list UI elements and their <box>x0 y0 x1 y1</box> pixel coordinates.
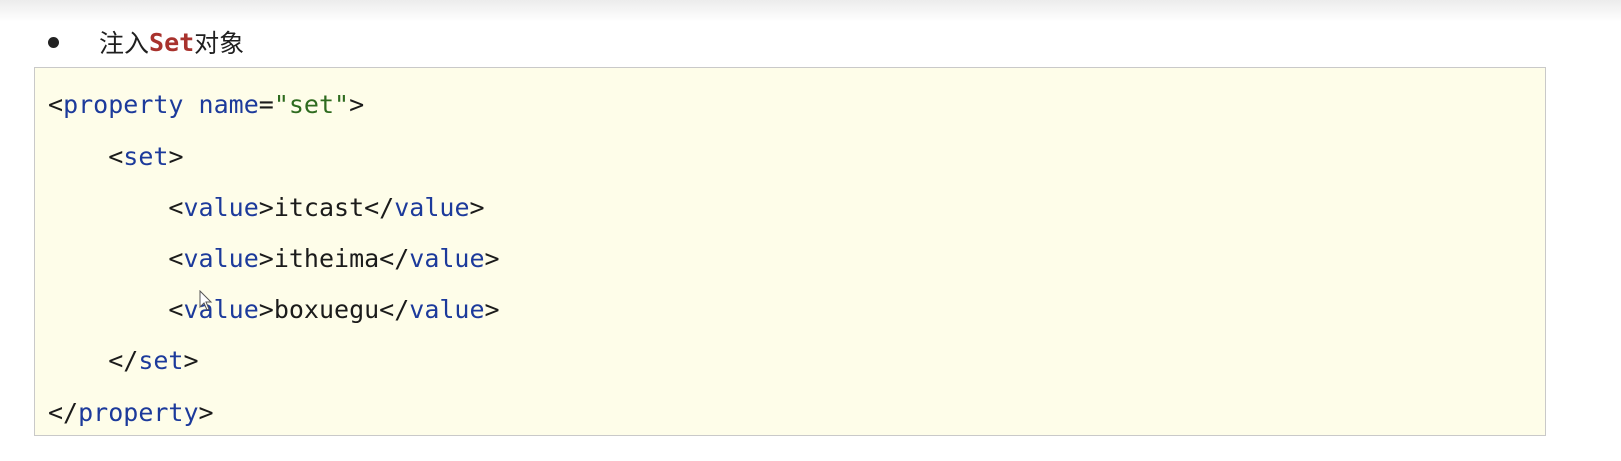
section-heading: 注入 Set 对象 <box>48 22 244 62</box>
code-line-set-open: <set> <box>108 142 184 171</box>
bullet-icon <box>48 36 59 48</box>
code-line-property-open: <property name="set"> <box>48 90 365 119</box>
tag-name: value <box>409 295 485 324</box>
tag-name: property <box>78 398 199 427</box>
code-line-property-close: </property> <box>48 398 214 427</box>
tag-name: value <box>409 244 485 273</box>
tag-name: value <box>183 193 259 222</box>
value-text: boxuegu <box>273 295 380 324</box>
tag-name: value <box>183 295 259 324</box>
code-block: <property name="set"> <set> <value>itcas… <box>34 67 1546 436</box>
attribute-name: name <box>198 90 259 119</box>
tag-name: set <box>138 346 184 375</box>
top-shade <box>0 0 1621 22</box>
tag-name: property <box>63 90 184 119</box>
mouse-cursor-icon <box>199 290 213 311</box>
value-text: itcast <box>273 193 365 222</box>
attribute-value: "set" <box>273 90 350 119</box>
code-line-value: <value>itcast</value> <box>168 193 485 222</box>
code-line-value: <value>itheima</value> <box>168 244 500 273</box>
tag-name: value <box>183 244 259 273</box>
code-line-set-close: </set> <box>108 346 199 375</box>
heading-suffix: 对象 <box>194 29 245 58</box>
value-text: itheima <box>273 244 380 273</box>
code-line-value: <value>boxuegu</value> <box>168 295 500 324</box>
tag-name: value <box>394 193 470 222</box>
heading-keyword: Set <box>149 27 195 57</box>
tag-name: set <box>123 142 169 171</box>
heading-prefix: 注入 <box>99 29 150 58</box>
